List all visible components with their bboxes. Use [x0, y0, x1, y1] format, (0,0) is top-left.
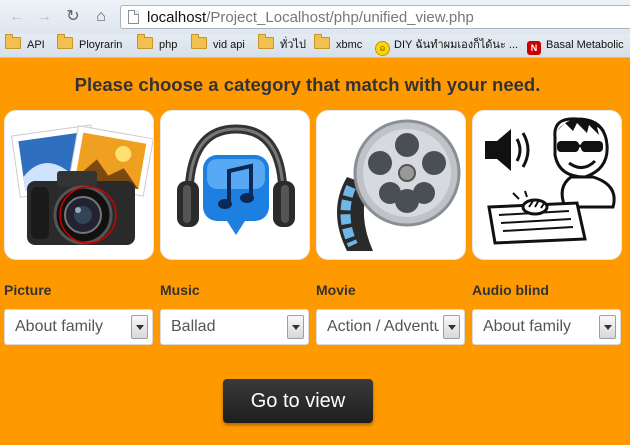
folder-icon: [57, 34, 73, 49]
movie-select-value: Action / Adventure: [327, 318, 439, 335]
go-to-view-button[interactable]: Go to view: [223, 379, 373, 423]
music-card[interactable]: [160, 110, 310, 260]
url-text: localhost/Project_Localhost/php/unified_…: [147, 9, 474, 26]
page-icon: [128, 10, 139, 24]
chevron-down-icon[interactable]: [287, 315, 304, 339]
folder-icon: [137, 34, 153, 49]
forward-arrow-icon[interactable]: →: [35, 8, 53, 26]
movie-select[interactable]: Action / Adventure: [316, 309, 465, 345]
url-path: /Project_Localhost/php/unified_view.php: [206, 9, 474, 26]
folder-icon: [191, 34, 207, 49]
picture-label: Picture: [4, 282, 52, 298]
audio-blind-select-value: About family: [483, 318, 572, 335]
bookmarks-bar: API Ployrarin php vid api ทั่วไป xbmc ☺ D…: [0, 34, 630, 58]
music-select-value: Ballad: [171, 318, 216, 335]
movie-card[interactable]: [316, 110, 466, 260]
folder-icon: [5, 34, 21, 49]
picture-card[interactable]: [4, 110, 154, 260]
bookmark-label: xbmc: [336, 39, 363, 51]
browser-toolbar: ← → ↻ ⌂ localhost/Project_Localhost/php/…: [0, 0, 630, 34]
music-label: Music: [160, 282, 200, 298]
page-title: Please choose a category that match with…: [74, 74, 541, 95]
chevron-down-icon[interactable]: [443, 315, 460, 339]
chevron-down-icon[interactable]: [131, 315, 148, 339]
folder-icon: [258, 34, 274, 49]
bookmark-label: Basal Metabolic: [546, 39, 624, 51]
bookmark-vid-api[interactable]: vid api: [191, 34, 245, 54]
bookmark-diy[interactable]: ☺ DIY ฉันทำผมเองก็ได้นะ ...: [375, 37, 519, 56]
chevron-down-icon[interactable]: [599, 315, 616, 339]
speaker-reader-icon: [485, 117, 616, 245]
movie-label: Movie: [316, 282, 356, 298]
address-bar[interactable]: localhost/Project_Localhost/php/unified_…: [120, 5, 630, 29]
reload-icon[interactable]: ↻: [64, 8, 82, 26]
bookmark-label: API: [27, 39, 45, 51]
bookmark-label: vid api: [213, 39, 245, 51]
bookmark-ployrarin[interactable]: Ployrarin: [57, 34, 123, 54]
picture-select[interactable]: About family: [4, 309, 153, 345]
audio-blind-select[interactable]: About family: [472, 309, 621, 345]
back-arrow-icon[interactable]: ←: [8, 8, 26, 26]
bookmark-xbmc[interactable]: xbmc: [314, 34, 363, 54]
bookmark-label: ทั่วไป: [280, 39, 306, 51]
bookmark-basal[interactable]: N Basal Metabolic: [527, 37, 624, 55]
bookmark-php[interactable]: php: [137, 34, 178, 54]
bookmark-label: php: [159, 39, 178, 51]
url-host: localhost: [147, 9, 207, 26]
n-badge-icon: N: [527, 41, 541, 55]
bookmark-general[interactable]: ทั่วไป: [258, 34, 306, 54]
bookmark-api[interactable]: API: [5, 34, 45, 54]
music-select[interactable]: Ballad: [160, 309, 309, 345]
audio-blind-card[interactable]: [472, 110, 622, 260]
bookmark-label: DIY ฉันทำผมเองก็ได้นะ ...: [394, 39, 519, 51]
folder-icon: [314, 34, 330, 49]
smiley-icon: ☺: [375, 41, 390, 56]
film-reel-icon: [337, 119, 461, 251]
headphones-music-icon: [177, 124, 295, 235]
picture-select-value: About family: [15, 318, 104, 335]
audio-blind-label: Audio blind: [472, 282, 549, 298]
home-icon[interactable]: ⌂: [92, 8, 110, 26]
bookmark-label: Ployrarin: [79, 39, 123, 51]
camera-photo-icon: [11, 124, 153, 245]
